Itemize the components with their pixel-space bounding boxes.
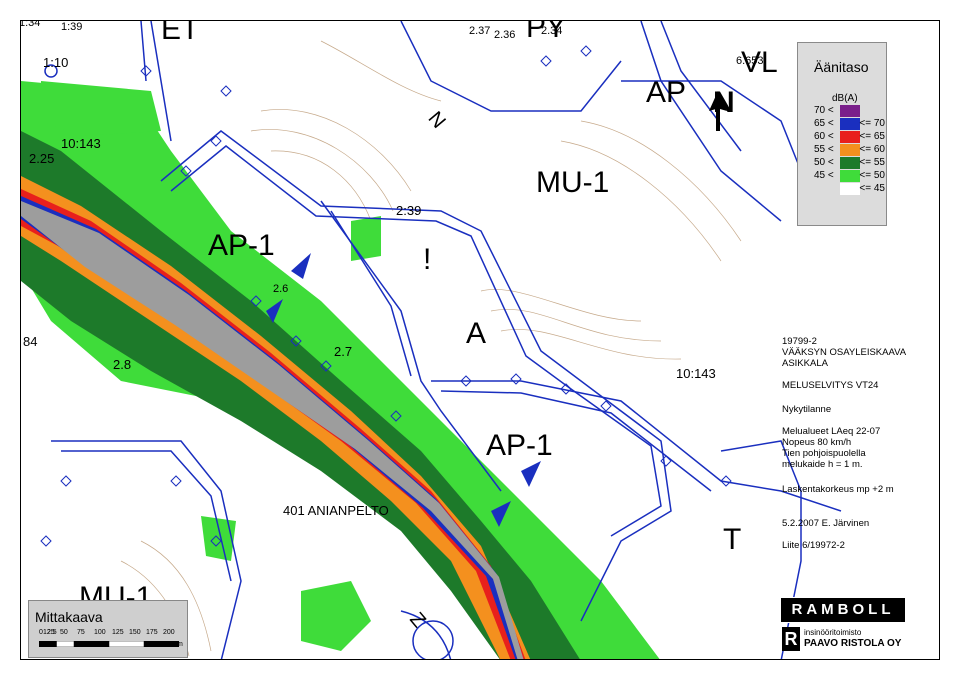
scale-bar: Mittakaava 0 12.5 25 50 75 100 125 150 175 200 m [28, 600, 188, 658]
legend-swatch [840, 131, 860, 143]
project-municipality: ASIKKALA [782, 358, 828, 369]
scale-tick-label: 125 [112, 629, 124, 636]
project-name: VÄÄKSYN OSAYLEISKAAVA [782, 347, 907, 358]
legend-swatch [840, 118, 860, 130]
legend-row: 65 < <= 70 [806, 118, 885, 131]
scale-title: Mittakaava [35, 609, 103, 625]
legend-unit: dB(A) [832, 93, 858, 104]
north-label: N [713, 86, 735, 119]
project-code: 19799-2 [782, 336, 817, 347]
scale-tick-label: 175 [146, 629, 158, 636]
legend-title: Äänitaso [814, 59, 869, 75]
calc-height: Laskentakorkeus mp +2 m [782, 484, 894, 495]
legend-lower-bound: 60 < [814, 131, 834, 142]
scale-tick-label: 100 [94, 629, 106, 636]
zone-label-a: A [466, 317, 487, 350]
legend-swatch [840, 170, 860, 182]
legend-swatch [840, 183, 860, 195]
zone-label-ap1-left: AP-1 [208, 229, 275, 262]
zone-label-t: T [723, 523, 742, 556]
scale-graphic [39, 641, 179, 647]
lot-number: 2.34 [541, 25, 563, 37]
legend-lower-bound: 45 < [814, 170, 834, 181]
lot-number: 1:39 [61, 21, 83, 33]
desc-line-1: Melualueet LAeq 22-07 [782, 426, 881, 437]
lot-number: 2.37 [469, 25, 491, 37]
legend-upper-bound: <= 50 [859, 170, 885, 181]
legend-row: 50 < <= 55 [806, 157, 885, 170]
scale-tick-label: 50 [60, 629, 68, 636]
lot-number: 2.36 [494, 29, 516, 41]
zone-label-mu1-top: MU-1 [536, 166, 610, 199]
date-author: 5.2.2007 E. Järvinen [782, 518, 870, 529]
road-name-label: 401 ANIANPELTO [283, 503, 389, 518]
zone-label-ap1-right: AP-1 [486, 429, 553, 462]
lot-number: 2.7 [334, 344, 353, 359]
lot-number: 2.25 [29, 151, 55, 166]
scale-tick-label: 200 [163, 629, 175, 636]
lot-number: 10:143 [676, 366, 716, 381]
legend-upper-bound: <= 65 [859, 131, 885, 142]
legend-upper-bound: <= 55 [859, 157, 885, 168]
lot-number: 1:10 [43, 55, 69, 70]
legend-lower-bound: 50 < [814, 157, 834, 168]
scale-tick-label: 75 [77, 629, 85, 636]
noise-legend: Äänitaso dB(A) 70 < 65 < <= 70 60 < <= 65 55 … [797, 42, 887, 226]
exclaim-mark: ! [423, 243, 432, 276]
desc-line-3: Tien pohjoispuolella [782, 448, 866, 459]
legend-row: 55 < <= 60 [806, 144, 885, 157]
lot-number: 10:143 [61, 136, 101, 151]
logo-line-2: PAAVO RISTOLA OY [804, 638, 902, 649]
logo-mark: R [782, 627, 800, 651]
survey-title: MELUSELVITYS VT24 [782, 380, 879, 391]
appendix: Liite 6/19972-2 [782, 540, 845, 551]
legend-row: 45 < <= 50 [806, 170, 885, 183]
scale-tick-label: 25 [47, 629, 55, 636]
legend-upper-bound: <= 45 [859, 183, 885, 194]
legend-lower-bound: 70 < [814, 105, 834, 116]
legend-row: 70 < [806, 105, 881, 118]
legend-row: 60 < <= 65 [806, 131, 885, 144]
legend-upper-bound: <= 70 [859, 118, 885, 129]
lot-number: 1:34 [20, 20, 41, 29]
legend-swatch [840, 105, 860, 117]
logo-brand: RAMBOLL [780, 597, 906, 623]
desc-line-4: melukaide h = 1 m. [782, 459, 863, 470]
legend-swatch [840, 157, 860, 169]
legend-lower-bound: 65 < [814, 118, 834, 129]
desc-line-2: Nopeus 80 km/h [782, 437, 852, 448]
legend-row: <= 45 [806, 183, 885, 196]
ramboll-logo: RAMBOLL R insinööritoimisto PAAVO RISTOL… [780, 597, 906, 655]
legend-swatch [840, 144, 860, 156]
situation: Nykytilanne [782, 404, 832, 415]
lot-number: 2:39 [396, 203, 422, 218]
zone-label-et: ET [161, 20, 200, 46]
legend-lower-bound: 55 < [814, 144, 834, 155]
zone-label-ap: AP [646, 76, 687, 109]
legend-upper-bound: <= 60 [859, 144, 885, 155]
lot-number: 2.6 [273, 283, 289, 295]
logo-line-1: insinööritoimisto [804, 628, 862, 637]
lot-number: 84 [23, 334, 38, 349]
scale-tick-label: 150 [129, 629, 141, 636]
lot-number: 6.653 [736, 55, 764, 67]
lot-number: 2.8 [113, 357, 132, 372]
